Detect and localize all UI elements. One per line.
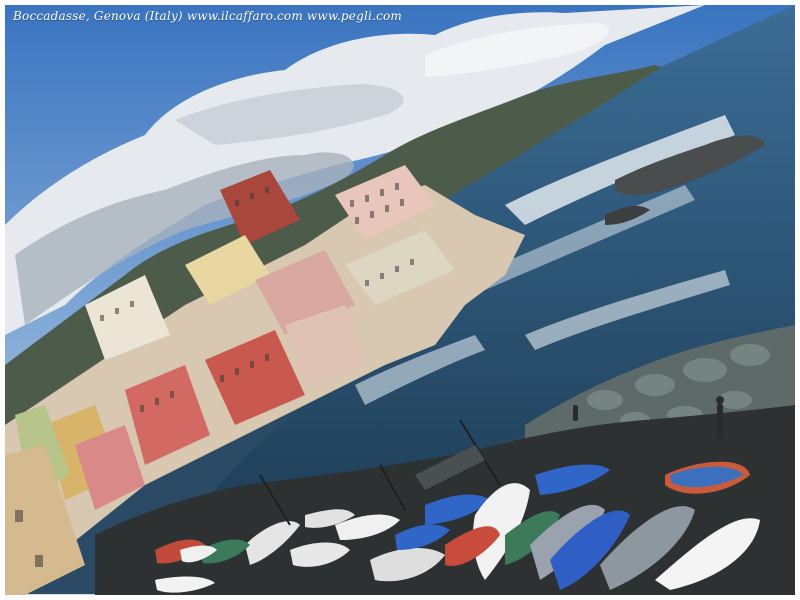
landscape-illustration bbox=[5, 5, 795, 595]
photo-caption: Boccadasse, Genova (Italy) www.ilcaffaro… bbox=[13, 9, 403, 23]
photo-frame: Boccadasse, Genova (Italy) www.ilcaffaro… bbox=[0, 0, 800, 600]
landscape-photo: Boccadasse, Genova (Italy) www.ilcaffaro… bbox=[5, 5, 795, 595]
